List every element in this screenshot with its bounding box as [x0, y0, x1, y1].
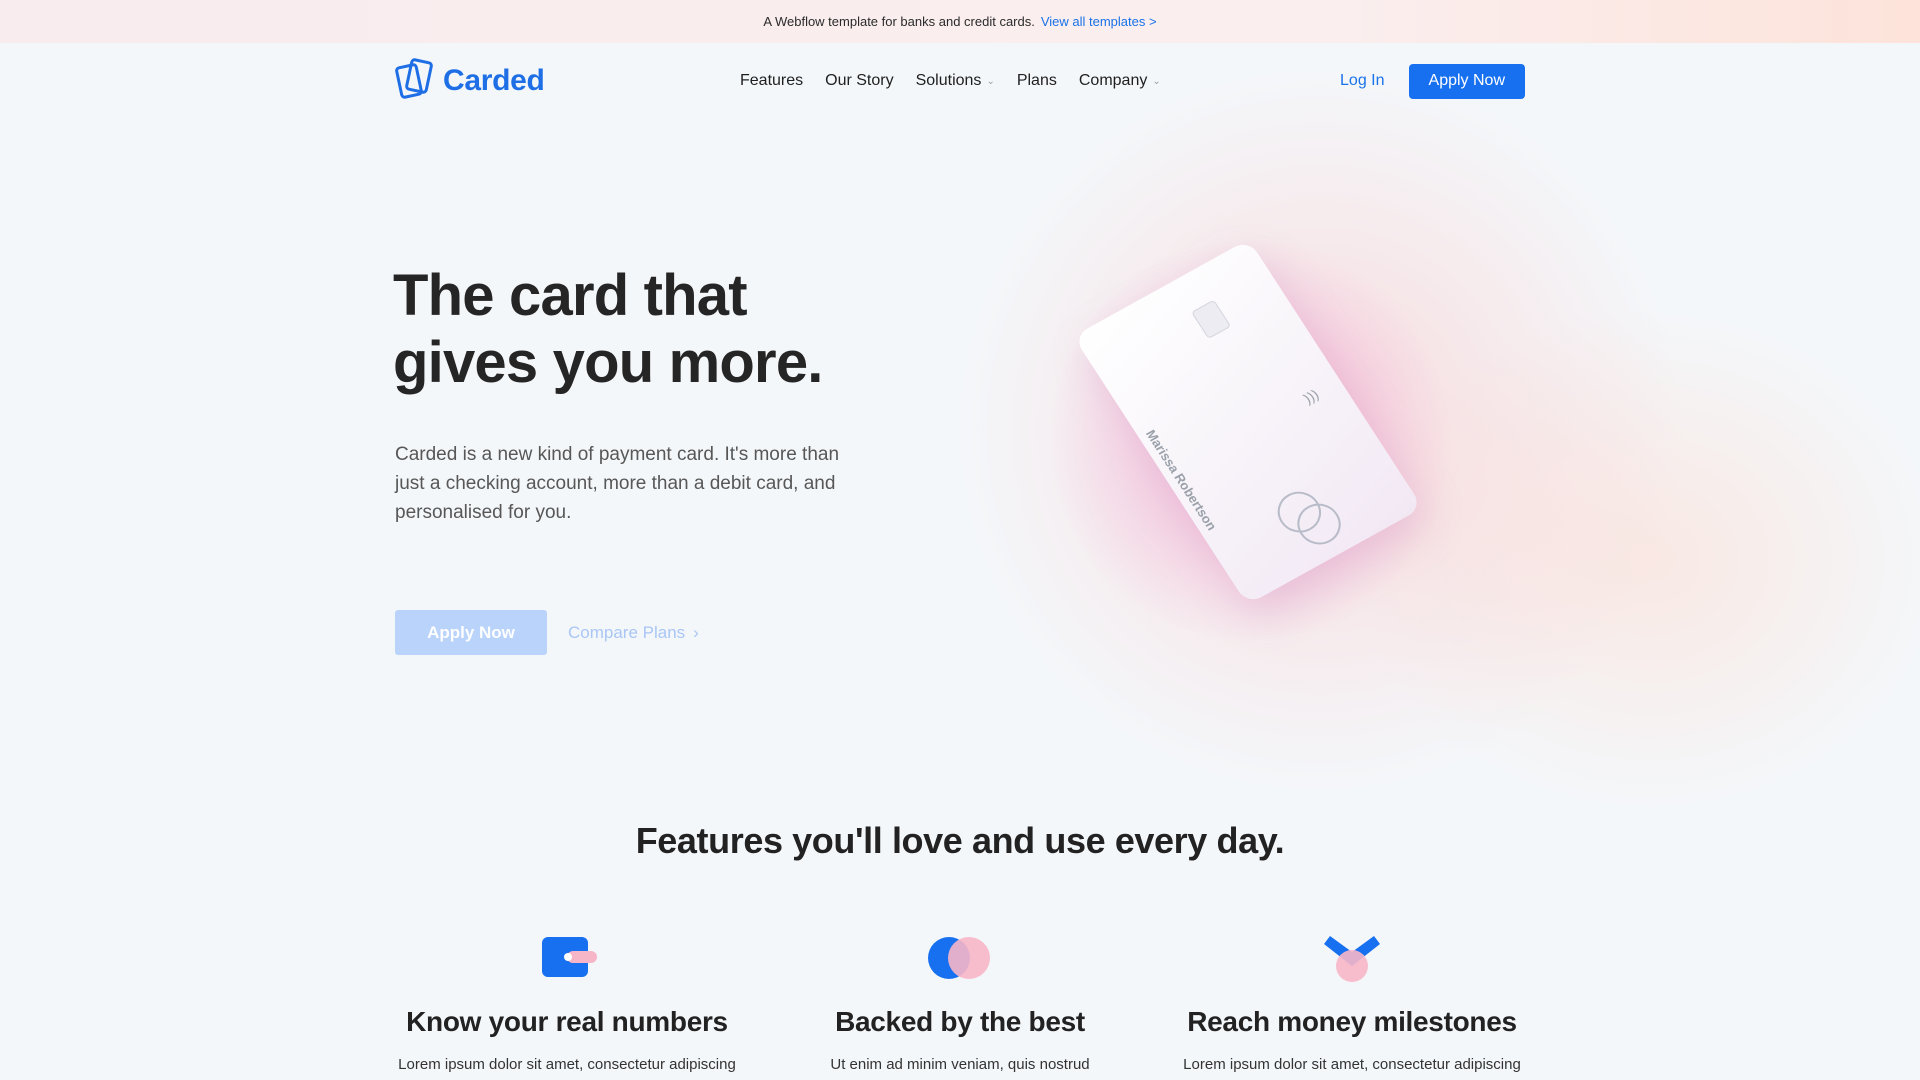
announcement-banner: A Webflow template for banks and credit …	[0, 0, 1920, 43]
chevron-down-icon: ⌄	[986, 75, 995, 87]
feature-text: Lorem ipsum dolor sit amet, consectetur …	[1183, 1056, 1521, 1073]
view-all-templates-link[interactable]: View all templates >	[1041, 14, 1157, 29]
nav-link-plans[interactable]: Plans	[1017, 72, 1057, 90]
chevron-down-icon: ⌄	[1152, 75, 1161, 87]
nav-actions: Log In Apply Now	[1340, 43, 1525, 119]
contactless-icon: )))	[1300, 386, 1322, 407]
compare-plans-link[interactable]: Compare Plans ›	[568, 610, 699, 655]
brand-logo[interactable]: Carded	[395, 57, 545, 105]
nav-link-label: Features	[740, 72, 804, 89]
feature-text: Lorem ipsum dolor sit amet, consectetur …	[398, 1056, 736, 1073]
main-navigation: Carded Features Our Story Solutions ⌄ Pla…	[395, 43, 1525, 119]
cards-logo-icon	[395, 57, 435, 105]
chevron-right-icon: ›	[693, 622, 699, 642]
card-network-logo-icon	[1264, 473, 1357, 565]
milestone-heart-icon	[1162, 930, 1542, 986]
nav-links: Features Our Story Solutions ⌄ Plans Comp…	[740, 43, 1161, 119]
nav-link-label: Solutions	[915, 72, 982, 89]
compare-plans-label: Compare Plans	[568, 622, 686, 642]
background-glow	[0, 0, 1920, 1080]
feature-text: Ut enim ad minim veniam, quis nostrud	[830, 1056, 1090, 1073]
card-illustration: Marissa Robertson )))	[1020, 170, 1480, 670]
nav-link-our-story[interactable]: Our Story	[825, 72, 893, 90]
hero-title-line2: gives you more.	[393, 330, 823, 395]
feature-title: Know your real numbers	[406, 1006, 728, 1037]
nav-link-features[interactable]: Features	[740, 72, 803, 90]
wallet-icon	[377, 930, 757, 986]
features-title: Features you'll love and use every day.	[635, 820, 1285, 861]
feature-item: Backed by the best Ut enim ad minim veni…	[770, 930, 1150, 1073]
feature-item: Know your real numbers Lorem ipsum dolor…	[377, 930, 757, 1073]
nav-apply-button[interactable]: Apply Now	[1408, 63, 1525, 99]
feature-item: Reach money milestones Lorem ipsum dolor…	[1162, 930, 1542, 1073]
nav-dropdown-solutions[interactable]: Solutions ⌄	[916, 72, 995, 90]
banner-text: A Webflow template for banks and credit …	[763, 14, 1035, 29]
login-link[interactable]: Log In	[1340, 72, 1384, 90]
nav-link-label: Plans	[1016, 72, 1057, 89]
brand-name: Carded	[443, 64, 545, 97]
nav-dropdown-company[interactable]: Company ⌄	[1079, 72, 1161, 90]
nav-link-label: Our Story	[825, 72, 894, 89]
hero-apply-button[interactable]: Apply Now	[395, 610, 547, 655]
hero-title-line1: The card that	[393, 263, 748, 328]
overlapping-circles-icon	[770, 930, 1150, 986]
feature-title: Backed by the best	[835, 1006, 1085, 1037]
chip-icon	[1190, 299, 1232, 340]
hero-subtitle: Carded is a new kind of payment card. It…	[395, 444, 840, 523]
feature-title: Reach money milestones	[1187, 1006, 1517, 1037]
hero-title: The card that gives you more.	[393, 262, 913, 396]
nav-link-label: Company	[1078, 72, 1148, 89]
